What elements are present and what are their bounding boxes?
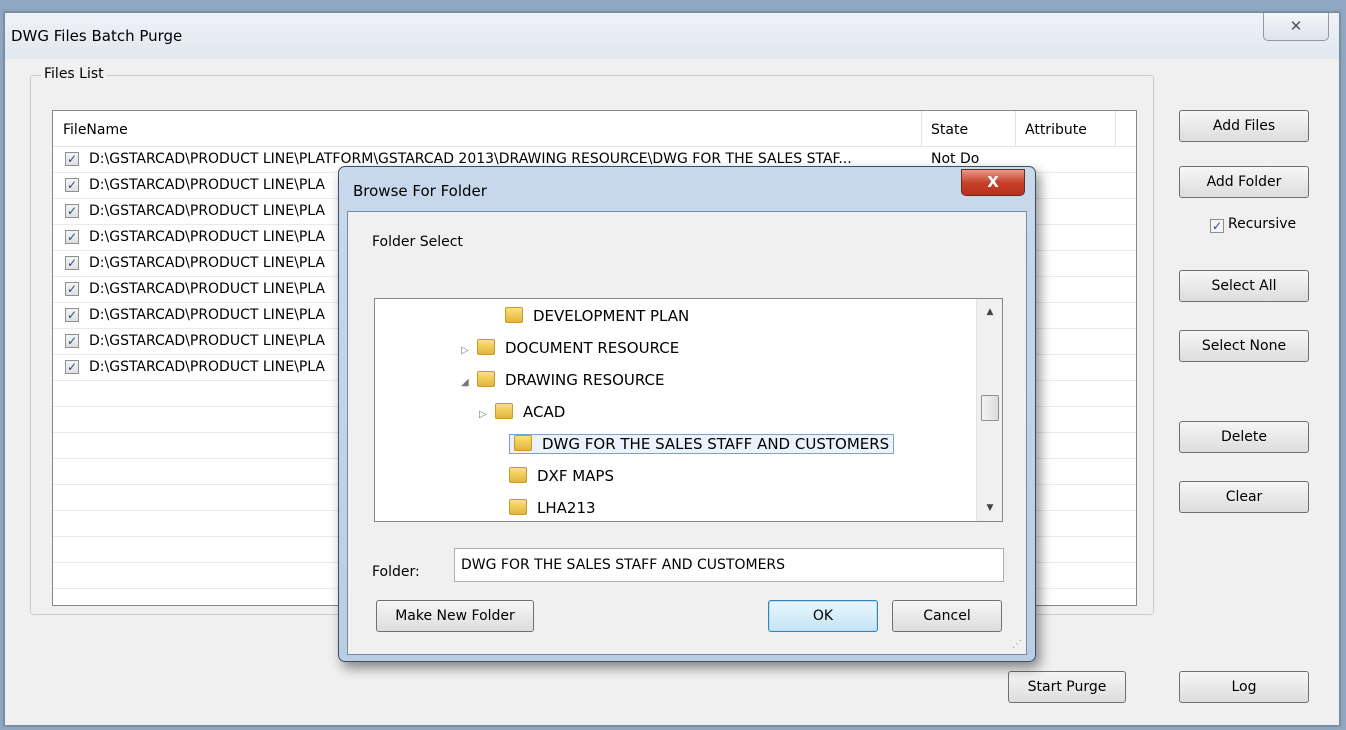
folder-icon xyxy=(505,307,523,323)
dialog-title: Browse For Folder xyxy=(353,182,487,200)
expand-arrow-icon[interactable]: ▷ xyxy=(479,400,495,430)
ok-button[interactable]: OK xyxy=(768,600,878,632)
tree-item[interactable]: ◢ DRAWING RESOURCE xyxy=(461,365,665,395)
browse-folder-dialog: Browse For Folder X Folder Select DEVELO… xyxy=(338,166,1036,662)
select-none-button[interactable]: Select None xyxy=(1179,330,1309,362)
tree-item-label: DEVELOPMENT PLAN xyxy=(533,307,690,325)
tree-scrollbar[interactable]: ▲ ▼ xyxy=(976,299,1002,521)
delete-button[interactable]: Delete xyxy=(1179,421,1309,453)
select-all-button[interactable]: Select All xyxy=(1179,270,1309,302)
tree-item-box: DOCUMENT RESOURCE xyxy=(477,339,679,357)
row-checkbox[interactable]: ✓ xyxy=(65,282,79,296)
start-purge-button[interactable]: Start Purge xyxy=(1008,671,1126,703)
recursive-checkbox[interactable]: ✓ Recursive xyxy=(1210,216,1296,233)
column-filename[interactable]: FileName xyxy=(53,111,921,147)
cancel-button[interactable]: Cancel xyxy=(892,600,1002,632)
tree-item[interactable]: DWG FOR THE SALES STAFF AND CUSTOMERS xyxy=(509,429,895,459)
tree-item-box: DRAWING RESOURCE xyxy=(477,371,665,389)
resize-grip-icon[interactable]: ⋰ xyxy=(1012,639,1022,650)
expand-arrow-icon[interactable]: ◢ xyxy=(461,368,477,398)
folder-icon xyxy=(509,499,527,515)
scroll-down-icon[interactable]: ▼ xyxy=(977,497,1002,519)
row-checkbox[interactable]: ✓ xyxy=(65,178,79,192)
row-checkbox[interactable]: ✓ xyxy=(65,308,79,322)
row-checkbox[interactable]: ✓ xyxy=(65,152,79,166)
tree-item[interactable]: ▷ ACAD xyxy=(479,397,565,427)
files-list-label: Files List xyxy=(41,66,107,82)
column-attribute[interactable]: Attribute xyxy=(1015,111,1115,147)
tree-item[interactable]: DXF MAPS xyxy=(509,461,614,491)
tree-item-label: DWG FOR THE SALES STAFF AND CUSTOMERS xyxy=(542,435,890,453)
row-checkbox[interactable]: ✓ xyxy=(65,230,79,244)
tree-item-label: DXF MAPS xyxy=(537,467,614,485)
folder-label: Folder: xyxy=(372,564,420,580)
row-checkbox[interactable]: ✓ xyxy=(65,204,79,218)
window-title: DWG Files Batch Purge xyxy=(11,27,183,45)
row-checkbox[interactable]: ✓ xyxy=(65,256,79,270)
folder-tree[interactable]: DEVELOPMENT PLAN ▷ DOCUMENT RESOURCE ◢ DRAWI… xyxy=(374,298,1003,522)
tree-item-label: DOCUMENT RESOURCE xyxy=(505,339,680,357)
row-checkbox[interactable]: ✓ xyxy=(65,360,79,374)
scroll-thumb[interactable] xyxy=(981,395,999,421)
listview-header: FileName State Attribute xyxy=(53,111,1136,147)
tree-item-box: DEVELOPMENT PLAN xyxy=(505,307,689,325)
add-files-button[interactable]: Add Files xyxy=(1179,110,1309,142)
tree-item-box: DXF MAPS xyxy=(509,467,614,485)
dialog-body: Folder Select DEVELOPMENT PLAN ▷ DOCUMENT … xyxy=(347,211,1027,655)
title-bar: DWG Files Batch Purge ✕ xyxy=(5,13,1339,59)
folder-icon xyxy=(509,467,527,483)
row-checkbox[interactable]: ✓ xyxy=(65,334,79,348)
column-state[interactable]: State xyxy=(921,111,1015,147)
folder-field[interactable]: DWG FOR THE SALES STAFF AND CUSTOMERS xyxy=(454,548,1004,582)
tree-item-box: DWG FOR THE SALES STAFF AND CUSTOMERS xyxy=(509,434,895,454)
close-button[interactable]: ✕ xyxy=(1263,13,1329,41)
log-button[interactable]: Log xyxy=(1179,671,1309,703)
tree-item-label: ACAD xyxy=(523,403,566,421)
recursive-label: Recursive xyxy=(1228,216,1297,232)
dialog-close-button[interactable]: X xyxy=(961,169,1025,196)
tree-item[interactable]: ▷ DOCUMENT RESOURCE xyxy=(461,333,679,363)
recursive-check-icon: ✓ xyxy=(1210,219,1224,233)
row-state: Not Do xyxy=(931,151,980,167)
tree-item[interactable]: LHA213 xyxy=(509,493,596,521)
scroll-up-icon[interactable]: ▲ xyxy=(977,301,1002,323)
folder-select-label: Folder Select xyxy=(372,234,463,250)
tree-item-box: ACAD xyxy=(495,403,565,421)
folder-icon xyxy=(514,435,532,451)
clear-button[interactable]: Clear xyxy=(1179,481,1309,513)
folder-icon xyxy=(477,339,495,355)
folder-icon xyxy=(495,403,513,419)
tree-item-label: LHA213 xyxy=(537,499,596,517)
row-filename: D:\GSTARCAD\PRODUCT LINE\PLATFORM\GSTARC… xyxy=(89,151,852,167)
expand-arrow-icon[interactable]: ▷ xyxy=(461,336,477,366)
tree-item[interactable]: DEVELOPMENT PLAN xyxy=(505,301,689,331)
add-folder-button[interactable]: Add Folder xyxy=(1179,166,1309,198)
tree-item-box: LHA213 xyxy=(509,499,596,517)
folder-icon xyxy=(477,371,495,387)
tree-item-label: DRAWING RESOURCE xyxy=(505,371,665,389)
make-new-folder-button[interactable]: Make New Folder xyxy=(376,600,534,632)
